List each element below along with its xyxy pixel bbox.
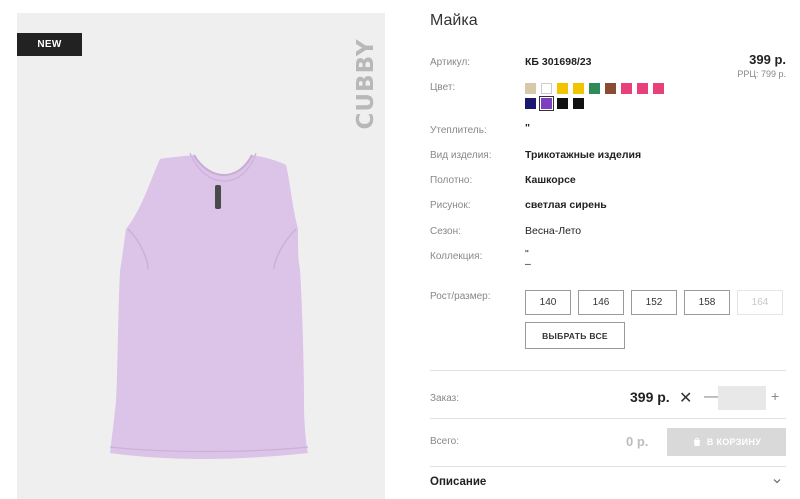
color-swatch[interactable] (557, 83, 568, 94)
pattern-value: светлая сирень (525, 199, 607, 211)
color-swatch[interactable] (621, 83, 632, 94)
type-value: Трикотажные изделия (525, 149, 642, 161)
order-price: 399 р. (630, 389, 670, 405)
fabric-label: Полотно: (430, 175, 473, 186)
divider (430, 418, 786, 419)
product-title: Майка (430, 12, 478, 29)
color-swatch[interactable] (525, 83, 536, 94)
size-option-140[interactable]: 140 (525, 290, 571, 315)
size-option-146[interactable]: 146 (578, 290, 624, 315)
season-value: Весна-Лето (525, 225, 582, 237)
size-option-158[interactable]: 158 (684, 290, 730, 315)
size-option-152[interactable]: 152 (631, 290, 677, 315)
color-swatch[interactable] (573, 83, 584, 94)
color-swatch[interactable] (525, 98, 536, 109)
size-label: Рост/размер: (430, 291, 491, 302)
divider (430, 466, 786, 467)
color-swatch[interactable] (637, 83, 648, 94)
fabric-value: Кашкорсе (525, 174, 576, 186)
total-label: Всего: (430, 436, 459, 447)
product-image-panel: NEW CUBBY (17, 13, 385, 499)
collection-label: Коллекция: (430, 251, 483, 262)
rrp-price: РРЦ: 799 р. (737, 69, 786, 79)
cart-icon (693, 438, 700, 446)
description-toggle[interactable]: Описание (430, 476, 486, 488)
collection-value-2: – (525, 258, 531, 270)
insulation-value: " (525, 122, 530, 134)
color-label: Цвет: (430, 82, 456, 93)
color-swatch[interactable] (589, 83, 600, 94)
type-label: Вид изделия: (430, 150, 492, 161)
chevron-down-icon[interactable] (772, 476, 782, 486)
insulation-label: Утеплитель: (430, 125, 487, 136)
color-swatch[interactable] (605, 83, 616, 94)
article-label: Артикул: (430, 57, 471, 68)
color-swatch[interactable] (541, 83, 552, 94)
order-label: Заказ: (430, 393, 460, 404)
color-swatch[interactable] (557, 98, 568, 109)
product-photo (109, 152, 309, 459)
pattern-label: Рисунок: (430, 200, 471, 211)
add-to-cart-button[interactable]: В КОРЗИНУ (667, 428, 786, 456)
divider (430, 370, 786, 371)
color-swatch[interactable] (653, 83, 664, 94)
color-swatch[interactable] (573, 98, 584, 109)
select-all-button[interactable]: ВЫБРАТЬ ВСЕ (525, 322, 625, 349)
quantity-input[interactable] (718, 386, 766, 410)
color-swatch[interactable] (539, 96, 554, 111)
add-to-cart-label: В КОРЗИНУ (706, 437, 762, 447)
multiply-icon: ✕ (679, 390, 693, 407)
size-option-164[interactable]: 164 (737, 290, 783, 315)
season-label: Сезон: (430, 226, 461, 237)
total-price: 0 р. (626, 434, 649, 449)
product-price: 399 р. (749, 52, 786, 67)
brand-logo: CUBBY (353, 38, 379, 130)
increase-quantity-button[interactable]: + (771, 388, 779, 404)
article-value: КБ 301698/23 (525, 56, 592, 68)
new-badge: NEW (17, 33, 82, 56)
